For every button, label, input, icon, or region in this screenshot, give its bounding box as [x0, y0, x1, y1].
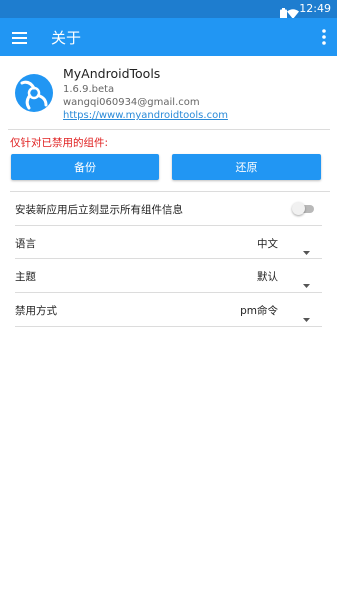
setting-theme-value: 默认	[257, 271, 278, 283]
dropdown-arrow-icon[interactable]	[303, 273, 310, 292]
setting-disable-method-value: pm命令	[240, 305, 278, 317]
divider	[15, 225, 322, 226]
divider	[15, 326, 322, 327]
dropdown-arrow-icon[interactable]	[303, 240, 310, 259]
setting-disable-method-label: 禁用方式	[15, 305, 57, 317]
more-vert-icon[interactable]	[321, 28, 327, 46]
setting-auto-show[interactable]: 安装新应用后立刻显示所有组件信息	[15, 193, 322, 225]
app-email: wangqi060934@gmail.com	[63, 97, 200, 108]
status-bar: 12:49	[0, 0, 337, 19]
app-logo-icon	[15, 74, 53, 112]
divider	[8, 129, 330, 130]
setting-language-value: 中文	[257, 238, 278, 250]
status-time: 12:49	[299, 2, 331, 15]
divider	[15, 292, 322, 293]
backup-button[interactable]: 备份	[11, 154, 159, 180]
restore-button[interactable]: 还原	[172, 154, 321, 180]
backup-warning-text: 仅针对已禁用的组件:	[10, 137, 109, 149]
setting-disable-method[interactable]: 禁用方式 pm命令	[15, 294, 322, 326]
setting-auto-show-label: 安装新应用后立刻显示所有组件信息	[15, 204, 183, 216]
hamburger-menu-icon[interactable]	[12, 30, 27, 44]
setting-theme-label: 主题	[15, 271, 36, 283]
dropdown-arrow-icon[interactable]	[303, 307, 310, 326]
setting-language[interactable]: 语言 中文	[15, 227, 322, 259]
page-title: 关于	[51, 29, 82, 47]
toggle-thumb	[292, 202, 305, 215]
auto-show-toggle[interactable]	[292, 202, 314, 215]
divider	[10, 191, 330, 192]
app-version: 1.6.9.beta	[63, 84, 115, 95]
setting-theme[interactable]: 主题 默认	[15, 260, 322, 292]
app-name: MyAndroidTools	[63, 66, 161, 81]
setting-language-label: 语言	[15, 238, 36, 250]
website-link[interactable]: https://www.myandroidtools.com	[63, 110, 228, 121]
divider	[15, 258, 322, 259]
app-bar: 关于	[0, 18, 337, 56]
